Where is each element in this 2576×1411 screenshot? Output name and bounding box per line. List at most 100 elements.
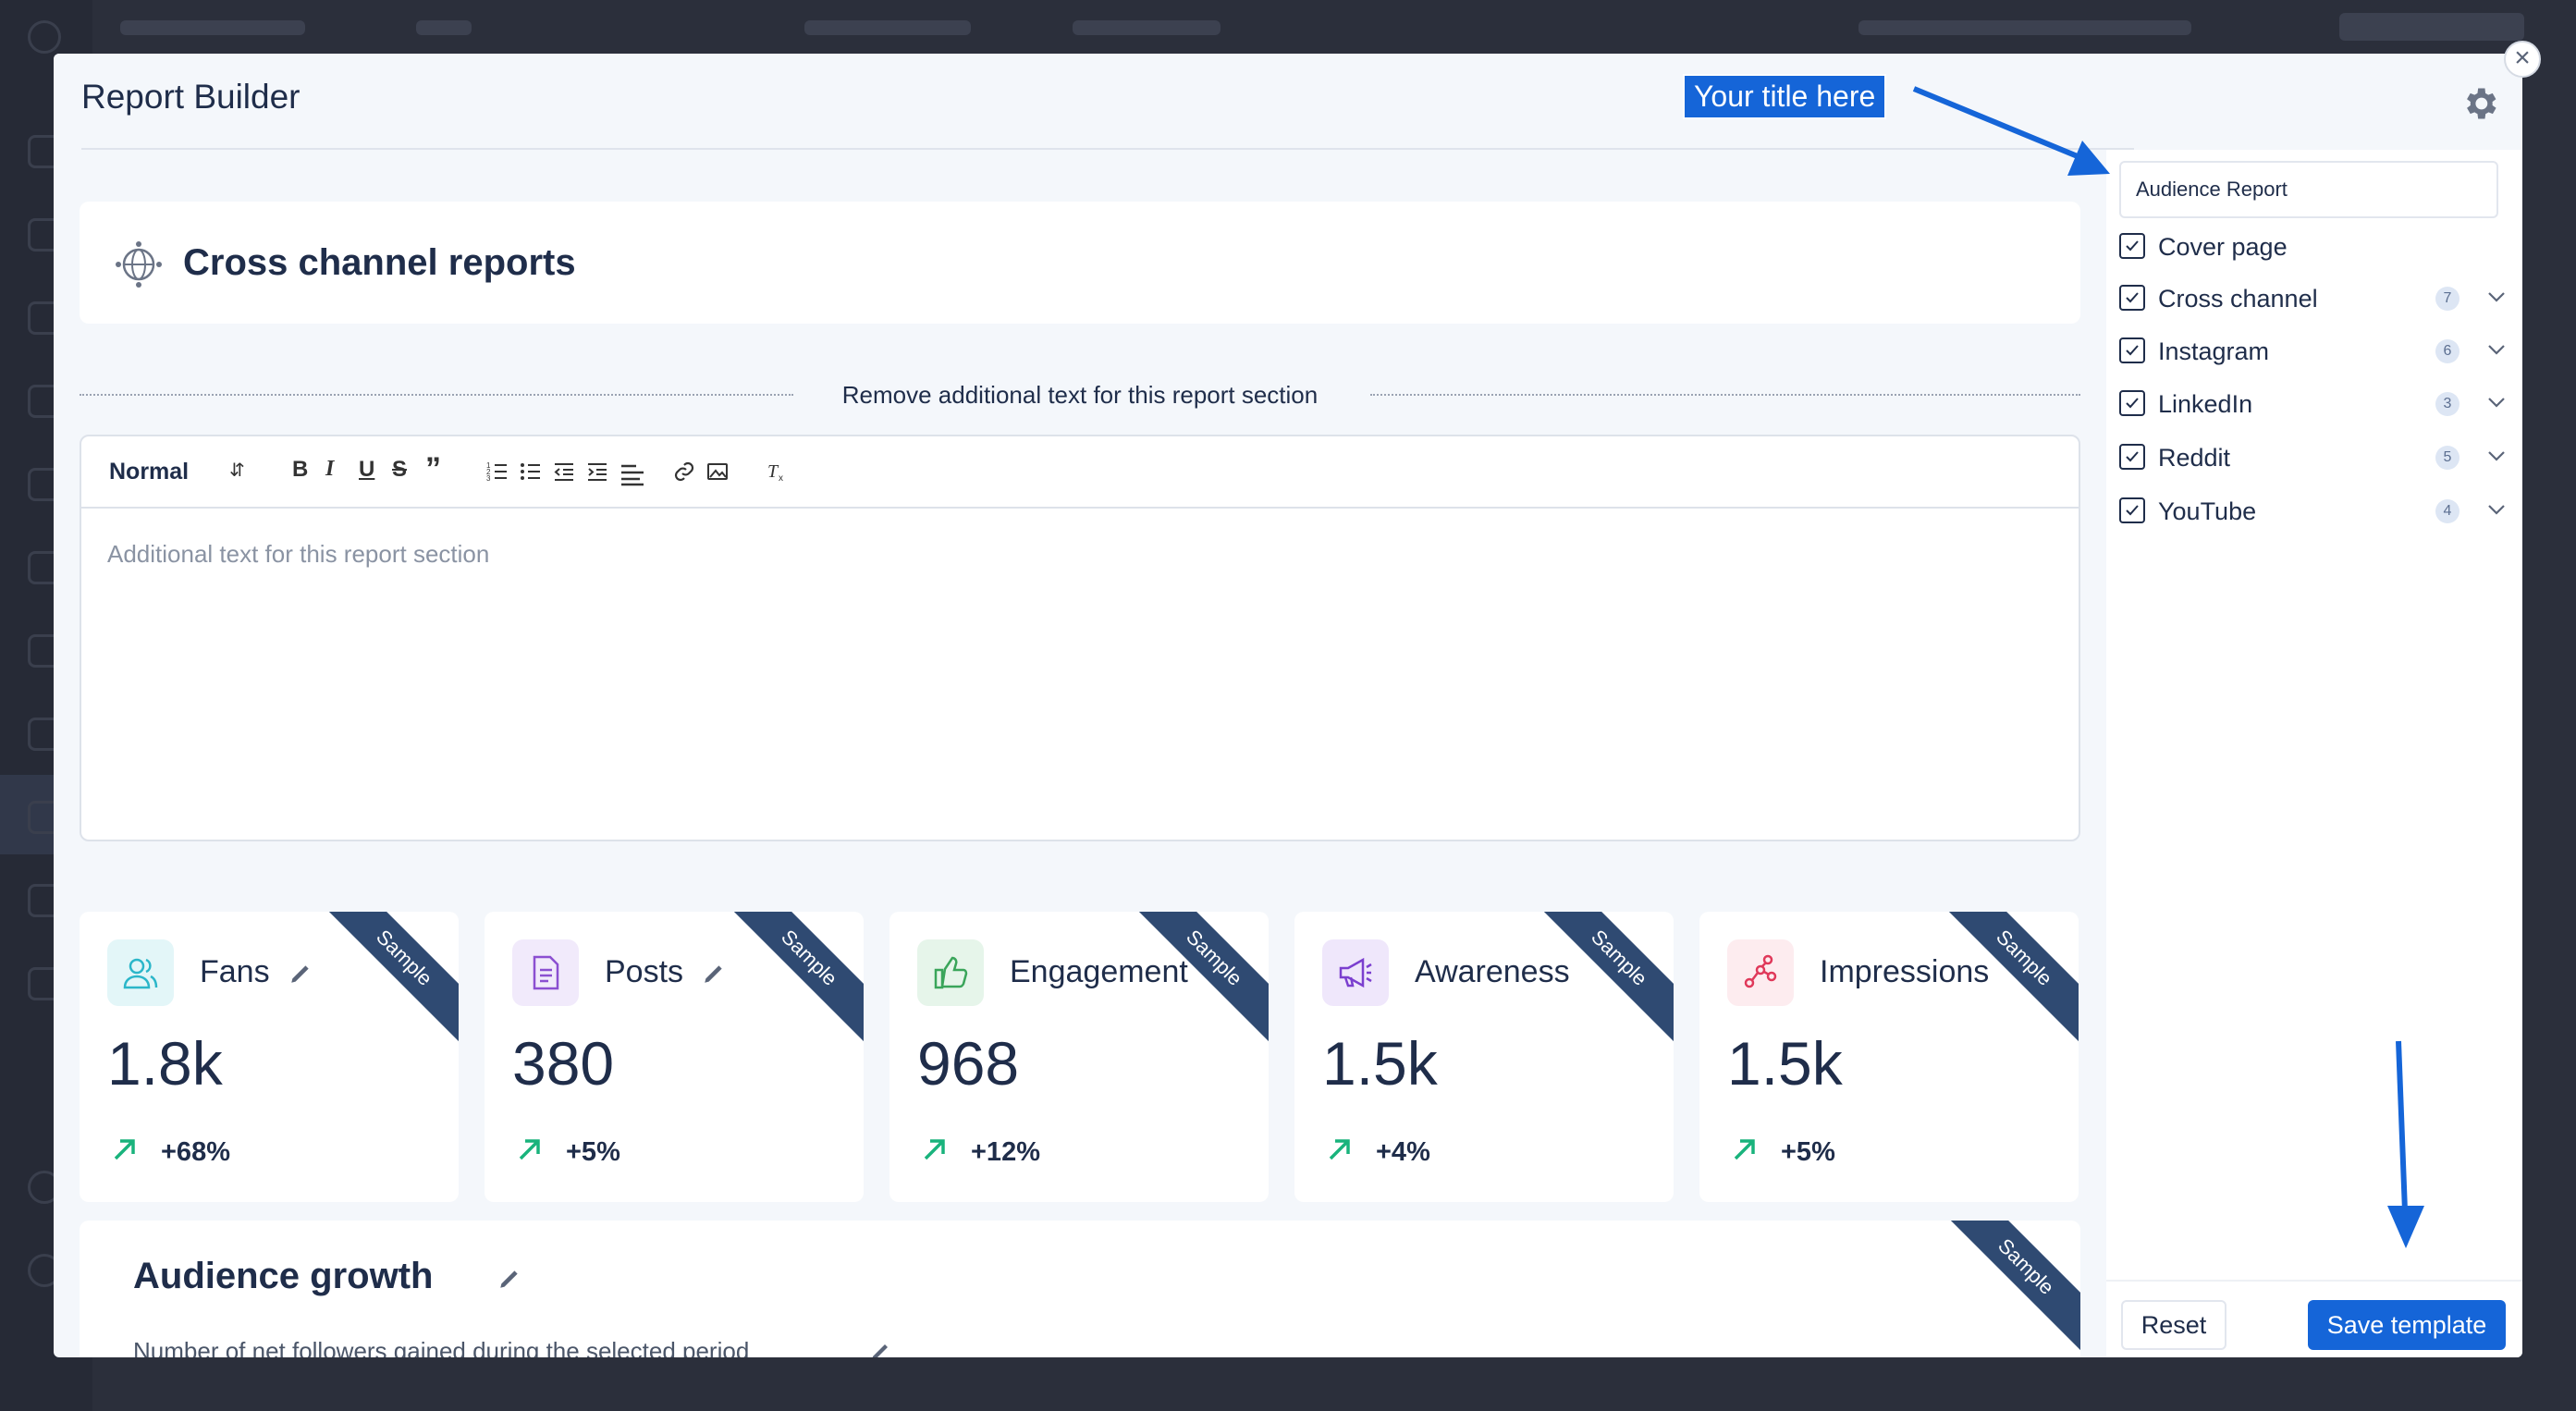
sample-ribbon: Sample (1936, 1221, 2080, 1356)
section-item-label: Cross channel (2158, 285, 2318, 313)
bullet-list-icon[interactable] (520, 460, 542, 483)
underline-button[interactable]: U (359, 457, 374, 483)
stat-change: +68% (161, 1137, 230, 1167)
megaphone-icon (1322, 939, 1389, 1006)
report-builder-modal: Report Builder Cross channel reports Rem… (54, 54, 2522, 1357)
format-select[interactable]: Normal (109, 459, 189, 485)
section-item-label: Instagram (2158, 337, 2270, 365)
stat-label: Impressions (1820, 954, 1990, 989)
report-content: Cross channel reports Remove additional … (80, 150, 2136, 1357)
section-item-linkedin[interactable]: LinkedIn 3 (2119, 385, 2508, 422)
stat-card-fans: Fans 1.8k +68% Sample (80, 912, 459, 1202)
trend-up-icon (1329, 1139, 1350, 1160)
strikethrough-button[interactable]: S (392, 457, 407, 483)
sample-ribbon: Sample (314, 912, 459, 1048)
report-title-input[interactable] (2119, 161, 2498, 218)
stat-card-engagement: Engagement 968 +12% Sample (889, 912, 1269, 1202)
title-callout-label: Your title here (1683, 74, 1887, 119)
sample-ribbon: Sample (719, 912, 864, 1048)
stat-card-posts: Posts 380 +5% Sample (485, 912, 864, 1202)
check-icon (2126, 240, 2139, 252)
stat-label: Posts (605, 954, 684, 989)
document-icon (512, 939, 579, 1006)
checkbox[interactable] (2119, 444, 2145, 470)
image-icon[interactable] (706, 460, 729, 483)
count-badge: 5 (2435, 446, 2459, 470)
stat-value: 1.5k (1322, 1029, 1438, 1098)
checkbox[interactable] (2119, 497, 2145, 523)
stat-value: 968 (917, 1029, 1020, 1098)
trend-up-icon (519, 1139, 540, 1160)
outdent-icon[interactable] (553, 460, 575, 483)
report-sections-panel: Cover page Cross channel 7 Instagram 6 L… (2106, 150, 2522, 1357)
audience-growth-section: Audience growth Number of net followers … (80, 1221, 2080, 1357)
gear-icon[interactable] (2459, 83, 2500, 124)
stat-change: +4% (1376, 1137, 1430, 1167)
background-logo-icon (28, 20, 61, 54)
clear-format-icon[interactable]: Tx (766, 460, 790, 483)
chevron-down-icon[interactable] (2487, 290, 2506, 303)
checkbox[interactable] (2119, 337, 2145, 363)
italic-button[interactable]: I (325, 457, 334, 482)
stat-label: Engagement (1010, 954, 1188, 989)
checkbox[interactable] (2119, 233, 2145, 259)
modal-header: Report Builder (54, 54, 2522, 148)
link-icon[interactable] (673, 460, 695, 483)
close-modal-button[interactable]: × (2504, 41, 2541, 78)
ordered-list-icon[interactable]: 123 (486, 460, 509, 483)
stat-change: +5% (566, 1137, 620, 1167)
check-icon (2126, 345, 2139, 356)
count-badge: 4 (2435, 499, 2459, 523)
stat-card-awareness: Awareness 1.5k +4% Sample (1294, 912, 1674, 1202)
stat-value: 380 (512, 1029, 615, 1098)
pencil-icon[interactable] (497, 1267, 521, 1291)
section-item-label: LinkedIn (2158, 390, 2253, 418)
pencil-icon[interactable] (702, 962, 726, 986)
section-item-reddit[interactable]: Reddit 5 (2119, 438, 2508, 475)
section-title: Cross channel reports (183, 242, 576, 283)
stat-change: +12% (971, 1137, 1040, 1167)
count-badge: 7 (2435, 287, 2459, 311)
growth-subtitle: Number of net followers gained during th… (133, 1337, 750, 1357)
stat-label: Awareness (1415, 954, 1570, 989)
globe-network-icon (116, 241, 162, 288)
checkbox[interactable] (2119, 390, 2145, 416)
modal-title: Report Builder (81, 78, 301, 116)
blockquote-button[interactable]: ” (425, 451, 441, 487)
stat-value: 1.8k (107, 1029, 223, 1098)
save-template-button[interactable]: Save template (2308, 1300, 2506, 1350)
indent-icon[interactable] (586, 460, 608, 483)
section-item-label: Cover page (2158, 233, 2288, 261)
check-icon (2126, 292, 2139, 303)
check-icon (2126, 505, 2139, 516)
format-select-arrows-icon[interactable]: ⇵ (229, 459, 245, 482)
editor-text-area[interactable]: Additional text for this report section (107, 540, 489, 569)
svg-text:3: 3 (486, 474, 491, 483)
trend-up-icon (1734, 1139, 1755, 1160)
count-badge: 3 (2435, 392, 2459, 416)
bold-button[interactable]: B (292, 457, 308, 483)
chevron-down-icon[interactable] (2487, 503, 2506, 516)
section-item-youtube[interactable]: YouTube 4 (2119, 492, 2508, 529)
section-text-divider: Remove additional text for this report s… (80, 375, 2080, 412)
chevron-down-icon[interactable] (2487, 449, 2506, 462)
section-item-cover-page[interactable]: Cover page (2119, 227, 2508, 264)
section-item-label: YouTube (2158, 497, 2257, 525)
thumbs-up-icon (917, 939, 984, 1006)
pencil-icon[interactable] (288, 962, 313, 986)
align-icon[interactable] (619, 460, 645, 486)
chevron-down-icon[interactable] (2487, 396, 2506, 409)
reset-button[interactable]: Reset (2121, 1300, 2226, 1350)
section-item-label: Reddit (2158, 444, 2231, 472)
checkbox[interactable] (2119, 285, 2145, 311)
pencil-icon[interactable] (869, 1341, 891, 1357)
chevron-down-icon[interactable] (2487, 343, 2506, 356)
svg-text:x: x (779, 473, 783, 483)
section-item-instagram[interactable]: Instagram 6 (2119, 332, 2508, 369)
section-item-cross-channel[interactable]: Cross channel 7 (2119, 279, 2508, 316)
background-topbar (92, 0, 2576, 54)
growth-title: Audience growth (133, 1256, 434, 1296)
share-icon (1727, 939, 1794, 1006)
footer-divider (2106, 1280, 2522, 1282)
count-badge: 6 (2435, 339, 2459, 363)
